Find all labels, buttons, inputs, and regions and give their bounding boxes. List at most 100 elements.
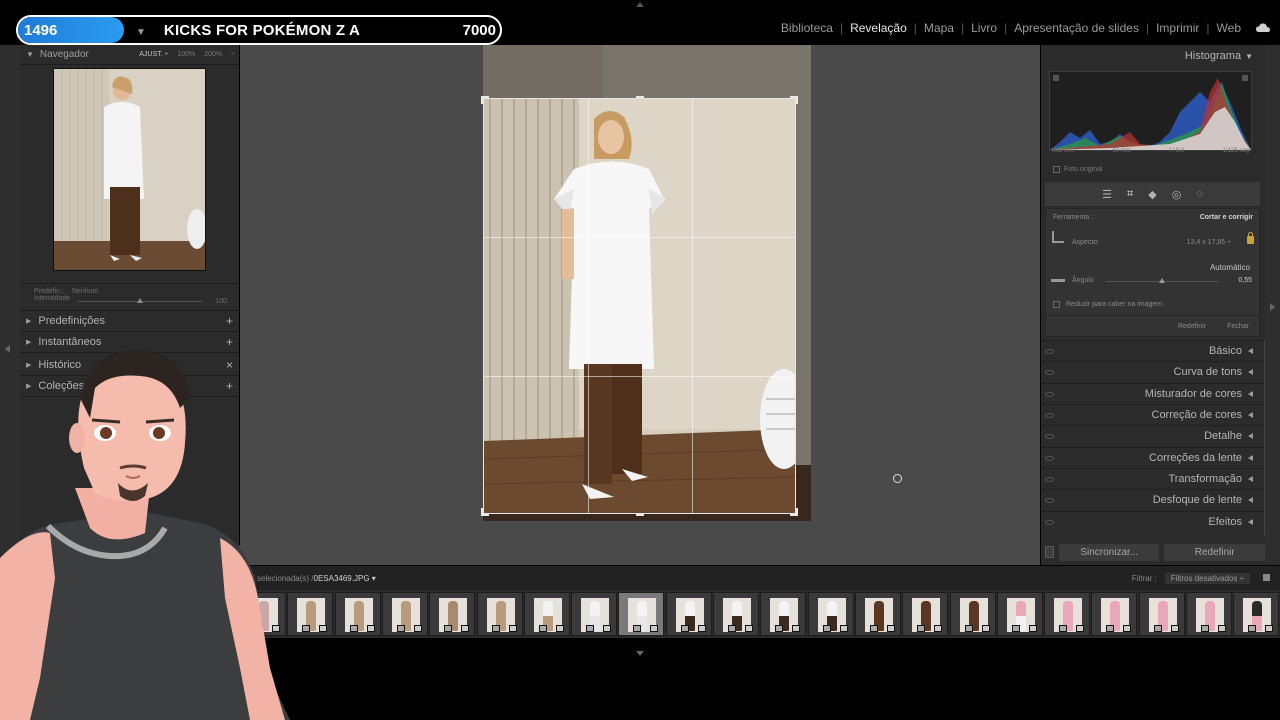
section-curva-de-tons[interactable]: Curva de tons xyxy=(1041,361,1265,382)
filmstrip-thumbnail[interactable] xyxy=(287,592,334,636)
module-apresentacao[interactable]: Apresentação de slides xyxy=(1007,21,1146,35)
healing-icon[interactable]: ◆ xyxy=(1148,188,1156,201)
filmstrip-thumbnail[interactable] xyxy=(1138,592,1185,636)
crop-handle-bottom[interactable] xyxy=(636,514,644,516)
filmstrip-thumbnail[interactable] xyxy=(665,592,712,636)
preset-value[interactable]: Nenhum xyxy=(72,288,98,295)
expand-icon[interactable] xyxy=(1248,369,1253,375)
add-icon[interactable]: + xyxy=(226,335,233,349)
filter-toggle-icon[interactable] xyxy=(1263,574,1270,581)
expand-icon[interactable] xyxy=(1248,412,1253,418)
mask-icon[interactable]: ◌ xyxy=(1196,188,1203,200)
filmstrip-thumbnail[interactable] xyxy=(571,592,618,636)
section-detalhe[interactable]: Detalhe xyxy=(1041,425,1265,446)
expand-icon[interactable] xyxy=(1248,476,1253,482)
eye-icon[interactable] xyxy=(1045,497,1054,503)
crop-handle-tr-v[interactable] xyxy=(796,96,798,104)
crop-handle-bl-v[interactable] xyxy=(481,508,483,516)
auto-straighten-button[interactable]: Automático xyxy=(1210,263,1250,272)
filmstrip-thumbnail[interactable] xyxy=(902,592,949,636)
navigator-preview[interactable] xyxy=(53,68,206,271)
red-eye-icon[interactable]: ◎ xyxy=(1172,188,1182,201)
cloud-sync-icon[interactable] xyxy=(1256,23,1270,33)
section-transformacao[interactable]: Transformação xyxy=(1041,468,1265,489)
eye-icon[interactable] xyxy=(1045,412,1054,418)
crop-tool-icon[interactable]: ⌗ xyxy=(1127,188,1133,201)
add-icon[interactable]: + xyxy=(226,314,233,328)
filmstrip-thumbnail[interactable] xyxy=(523,592,570,636)
current-filename[interactable]: 0ESA3469.JPG ▾ xyxy=(314,574,376,583)
expand-icon[interactable] xyxy=(1248,391,1253,397)
filmstrip-thumbnail[interactable] xyxy=(760,592,807,636)
reset-all-button[interactable]: Redefinir xyxy=(1164,543,1265,561)
section-basico[interactable]: Básico xyxy=(1041,340,1265,361)
crop-close-button[interactable]: Fechar xyxy=(1227,323,1249,330)
module-revelacao[interactable]: Revelação xyxy=(843,21,914,35)
crop-frame[interactable] xyxy=(483,98,796,514)
filmstrip-thumbnail[interactable] xyxy=(1186,592,1232,636)
eye-icon[interactable] xyxy=(1045,391,1054,397)
right-collapse-icon[interactable] xyxy=(1270,303,1275,311)
filmstrip-thumbnail[interactable] xyxy=(618,592,665,636)
expand-icon[interactable] xyxy=(1248,433,1253,439)
eye-icon[interactable] xyxy=(1045,348,1054,354)
section-predefinicoes[interactable]: ▶ Predefinições + xyxy=(20,311,239,332)
constrain-checkbox[interactable] xyxy=(1053,301,1060,308)
eye-icon[interactable] xyxy=(1045,476,1054,482)
top-panel-toggle-icon[interactable] xyxy=(636,2,644,7)
filmstrip-thumbnail[interactable] xyxy=(334,592,381,636)
expand-icon[interactable] xyxy=(1248,455,1253,461)
eye-icon[interactable] xyxy=(1045,455,1054,461)
navigator-collapse-icon[interactable]: ▼ xyxy=(26,50,34,59)
module-mapa[interactable]: Mapa xyxy=(917,21,961,35)
expand-icon[interactable]: ▶ xyxy=(26,338,31,346)
auto-sync-switch[interactable] xyxy=(1045,546,1054,558)
sliders-icon[interactable]: ☰ xyxy=(1102,188,1112,201)
module-biblioteca[interactable]: Biblioteca xyxy=(774,21,840,35)
expand-icon[interactable] xyxy=(1248,519,1253,525)
aspect-select[interactable]: 13,4 x 17,85 ÷ xyxy=(1187,239,1231,246)
crop-handle-tl-v[interactable] xyxy=(481,96,483,104)
filmstrip-thumbnail[interactable] xyxy=(996,592,1043,636)
expand-icon[interactable] xyxy=(1248,497,1253,503)
filmstrip-thumbnail[interactable] xyxy=(854,592,901,636)
module-livro[interactable]: Livro xyxy=(964,21,1004,35)
crop-overlay-icon[interactable] xyxy=(1052,231,1064,243)
histogram-collapse-icon[interactable]: ▼ xyxy=(1245,52,1253,61)
section-correcao-de-cores[interactable]: Correção de cores xyxy=(1041,404,1265,425)
section-desfoque-de-lente[interactable]: Desfoque de lente xyxy=(1041,489,1265,510)
crop-reset-button[interactable]: Redefinir xyxy=(1178,323,1206,330)
original-photo-toggle[interactable]: Foto original xyxy=(1053,166,1103,173)
eye-icon[interactable] xyxy=(1045,519,1054,525)
navigator-header[interactable]: ▼ Navegador AJUST. ÷ 100% 200% ÷ xyxy=(20,45,239,65)
zoom-fit[interactable]: AJUST. ÷ xyxy=(139,51,168,58)
filmstrip-thumbnail[interactable] xyxy=(1233,592,1280,636)
filmstrip-thumbnail[interactable] xyxy=(476,592,523,636)
expand-icon[interactable] xyxy=(1248,348,1253,354)
angle-slider-thumb[interactable] xyxy=(1159,278,1165,283)
angle-value[interactable]: 0,55 xyxy=(1238,277,1252,284)
filter-select[interactable]: Filtros desativados ÷ xyxy=(1164,573,1250,584)
section-efeitos[interactable]: Efeitos xyxy=(1041,511,1265,532)
filmstrip-thumbnail[interactable] xyxy=(807,592,854,636)
module-imprimir[interactable]: Imprimir xyxy=(1149,21,1206,35)
filmstrip-thumbnail[interactable] xyxy=(1091,592,1138,636)
filmstrip-thumbnail[interactable] xyxy=(381,592,428,636)
bottom-panel-toggle-icon[interactable] xyxy=(636,651,644,656)
filmstrip-thumbnail[interactable] xyxy=(713,592,759,636)
section-correcoes-da-lente[interactable]: Correções da lente xyxy=(1041,447,1265,468)
filmstrip-thumbnail[interactable] xyxy=(429,592,476,636)
crop-handle-br-v[interactable] xyxy=(796,508,798,516)
zoom-more[interactable]: ÷ xyxy=(231,51,235,58)
right-panel-toggle[interactable] xyxy=(1265,45,1280,565)
module-web[interactable]: Web xyxy=(1210,21,1248,35)
eye-icon[interactable] xyxy=(1045,433,1054,439)
expand-icon[interactable]: ▶ xyxy=(26,317,31,325)
crop-handle-top[interactable] xyxy=(636,96,644,98)
filmstrip-thumbnail[interactable] xyxy=(949,592,996,636)
histogram-header[interactable]: Histograma ▼ xyxy=(1185,50,1253,62)
zoom-100[interactable]: 100% xyxy=(177,51,195,58)
sync-button[interactable]: Sincronizar... xyxy=(1058,543,1160,561)
straighten-tool-icon[interactable] xyxy=(1051,279,1065,282)
aspect-lock-icon[interactable] xyxy=(1247,232,1254,244)
